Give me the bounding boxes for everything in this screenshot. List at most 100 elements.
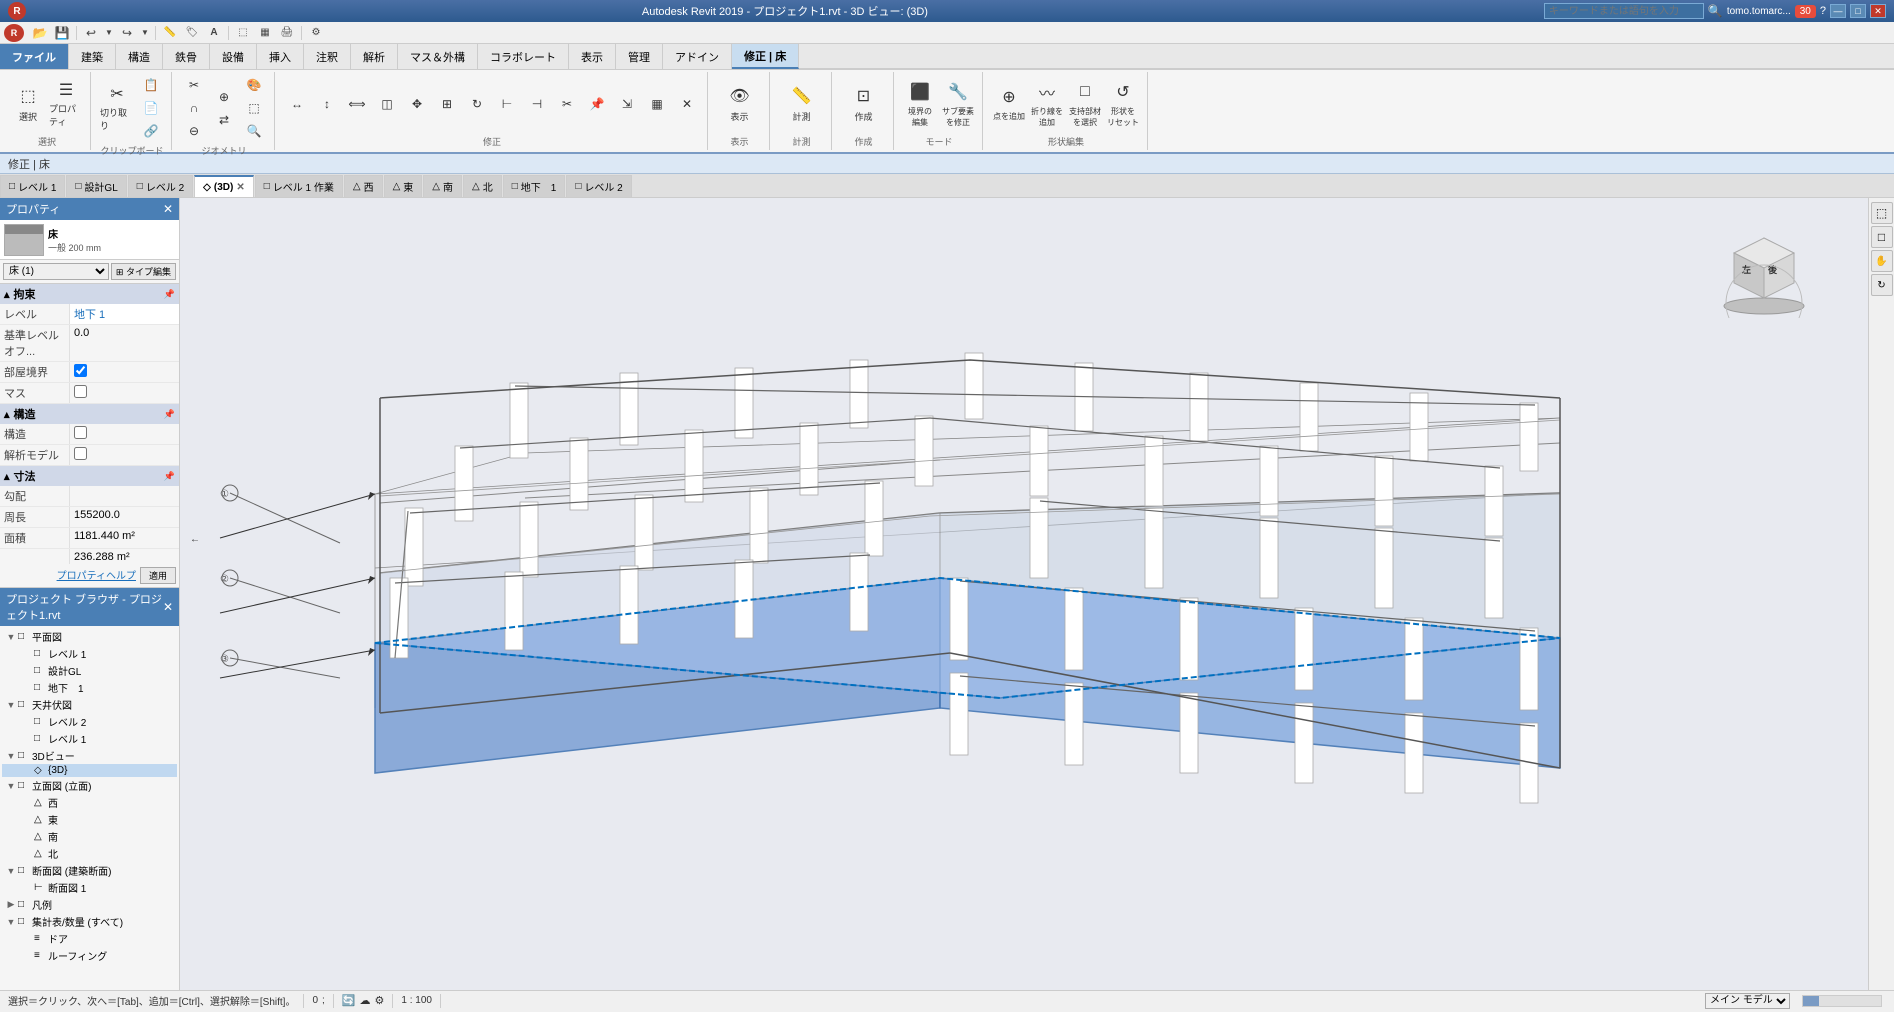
- type-edit-button[interactable]: ⊞ タイプ編集: [111, 263, 176, 280]
- unpin-button[interactable]: 📌: [583, 93, 611, 115]
- qa-open-button[interactable]: 📂: [30, 24, 50, 42]
- create-button[interactable]: ⊡ 作成: [846, 79, 882, 129]
- tab-analyze[interactable]: 解析: [351, 44, 398, 69]
- tree-item-section1[interactable]: ⊢ 断面図 1: [2, 879, 177, 896]
- tree-folder-legend[interactable]: ▶ □ 凡例: [2, 896, 177, 913]
- prop-value-mass[interactable]: [70, 383, 179, 403]
- align-button[interactable]: ↔: [283, 93, 311, 115]
- tree-item-east[interactable]: △ 東: [2, 811, 177, 828]
- restore-button[interactable]: □: [1850, 4, 1866, 18]
- view-tab-3d-close[interactable]: ✕: [236, 182, 244, 193]
- section-constraints[interactable]: ▴ 拘束 📌: [0, 284, 179, 304]
- view-tab-west[interactable]: △ 西: [344, 175, 383, 197]
- tree-item-roofing-schedule[interactable]: ≡ ルーフィング: [2, 947, 177, 964]
- tree-folder-elevations[interactable]: ▼ □ 立面図 (立面): [2, 777, 177, 794]
- prop-value-structural[interactable]: [70, 424, 179, 444]
- qa-undo-dropdown[interactable]: ▼: [103, 24, 115, 42]
- zoom-in-button[interactable]: ⬚: [1871, 202, 1893, 224]
- copy-modify-button[interactable]: ⊞: [433, 93, 461, 115]
- section-dimensions[interactable]: ▴ 寸法 📌: [0, 466, 179, 486]
- edit-boundary-button[interactable]: ⬛ 境界の編集: [902, 79, 938, 129]
- tree-item-door-schedule[interactable]: ≡ ドア: [2, 930, 177, 947]
- zoom-out-button[interactable]: □: [1871, 226, 1893, 248]
- extend-button[interactable]: ⊣: [523, 93, 551, 115]
- add-point-button[interactable]: ⊕ 点を追加: [991, 79, 1027, 129]
- tree-item-west[interactable]: △ 西: [2, 794, 177, 811]
- modify-sub-button[interactable]: 🔧 サブ要素を修正: [940, 79, 976, 129]
- properties-button[interactable]: ☰ プロパティ: [48, 79, 84, 129]
- mass-checkbox[interactable]: [74, 385, 87, 398]
- cloud-button[interactable]: ☁: [360, 994, 371, 1007]
- view-tab-level1[interactable]: □ レベル 1: [0, 175, 65, 197]
- close-button[interactable]: ✕: [1870, 4, 1886, 18]
- qa-settings-button[interactable]: ⚙: [306, 24, 326, 42]
- section-structure[interactable]: ▴ 構造 📌: [0, 404, 179, 424]
- measure-button[interactable]: 📏 計測: [784, 79, 820, 129]
- qa-redo-button[interactable]: ↪: [117, 24, 137, 42]
- view-mode-button[interactable]: 👁 表示: [722, 79, 758, 129]
- split-button[interactable]: ✂: [553, 93, 581, 115]
- qa-redo-dropdown[interactable]: ▼: [139, 24, 151, 42]
- tree-folder-3d[interactable]: ▼ □ 3Dビュー: [2, 747, 177, 764]
- tree-folder-sections[interactable]: ▼ □ 断面図 (建築断面): [2, 862, 177, 879]
- tree-item-level2-ceiling[interactable]: □ レベル 2: [2, 713, 177, 730]
- sync-button[interactable]: 🔄: [342, 994, 356, 1007]
- prop-value-offset[interactable]: 0.0: [70, 325, 179, 361]
- tab-modify-floor[interactable]: 修正 | 床: [732, 44, 799, 69]
- cut-with-button[interactable]: ∩: [180, 97, 208, 119]
- mirror-axis-button[interactable]: ⟺: [343, 93, 371, 115]
- trim-button[interactable]: ⊢: [493, 93, 521, 115]
- add-fold-button[interactable]: 〰 折り線を追加: [1029, 79, 1065, 129]
- tab-structure[interactable]: 構造: [116, 44, 163, 69]
- structural-checkbox[interactable]: [74, 426, 87, 439]
- tree-item-basement[interactable]: □ 地下 1: [2, 679, 177, 696]
- cut-button[interactable]: ✂ 切り取り: [99, 83, 135, 133]
- search-input[interactable]: [1544, 3, 1704, 19]
- join-button[interactable]: ⊕: [210, 86, 238, 108]
- offset-button[interactable]: ↕: [313, 93, 341, 115]
- minimize-button[interactable]: —: [1830, 4, 1846, 18]
- tab-architecture[interactable]: 建築: [69, 44, 116, 69]
- orbit-button[interactable]: ↻: [1871, 274, 1893, 296]
- prop-value-room-bounding[interactable]: [70, 362, 179, 382]
- paint-button[interactable]: 🎨: [240, 74, 268, 96]
- view-tab-level2b[interactable]: □ レベル 2: [566, 175, 631, 197]
- reset-shape-button[interactable]: ↺ 形状をリセット: [1105, 79, 1141, 129]
- tree-item-3d-active[interactable]: ◇ {3D}: [2, 764, 177, 777]
- tab-insert[interactable]: 挿入: [257, 44, 304, 69]
- cut-geo-button[interactable]: ✂: [180, 74, 208, 96]
- qa-measure-button[interactable]: 📏: [160, 24, 180, 42]
- view-tab-level1-work[interactable]: □ レベル 1 作業: [255, 175, 343, 197]
- tree-folder-floor-plans[interactable]: ▼ □ 平面図: [2, 628, 177, 645]
- array-button[interactable]: ▦: [643, 93, 671, 115]
- workset-selector[interactable]: メイン モデル: [1705, 993, 1790, 1009]
- analysis-checkbox[interactable]: [74, 447, 87, 460]
- search-icon[interactable]: 🔍: [1708, 4, 1723, 18]
- qa-3d-button[interactable]: ⬚: [233, 24, 253, 42]
- view-tab-3d[interactable]: ◇ (3D) ✕: [194, 175, 254, 197]
- tab-view[interactable]: 表示: [569, 44, 616, 69]
- tab-collaborate[interactable]: コラボレート: [478, 44, 569, 69]
- tree-folder-schedules[interactable]: ▼ □ 集計表/数量 (すべて): [2, 913, 177, 930]
- move-button[interactable]: ✥: [403, 93, 431, 115]
- qa-undo-button[interactable]: ↩: [81, 24, 101, 42]
- prop-value-analysis[interactable]: [70, 445, 179, 465]
- viewcube[interactable]: 後 左: [1714, 218, 1814, 318]
- qa-tag-button[interactable]: 🏷: [182, 24, 202, 42]
- matchprop-button[interactable]: 🔗: [137, 120, 165, 142]
- tab-addins[interactable]: アドイン: [663, 44, 732, 69]
- scale-button[interactable]: ⇲: [613, 93, 641, 115]
- pan-button[interactable]: ✋: [1871, 250, 1893, 272]
- mirror-draw-button[interactable]: ◫: [373, 93, 401, 115]
- qa-save-button[interactable]: 💾: [52, 24, 72, 42]
- view-tab-east[interactable]: △ 東: [384, 175, 423, 197]
- view-tab-north[interactable]: △ 北: [463, 175, 502, 197]
- properties-apply-button[interactable]: 適用: [140, 567, 176, 584]
- view-tab-level2[interactable]: □ レベル 2: [128, 175, 193, 197]
- select-button[interactable]: ⬚ 選択: [10, 79, 46, 129]
- tab-systems[interactable]: 設備: [210, 44, 257, 69]
- properties-help-link[interactable]: プロパティヘルプ: [57, 567, 136, 584]
- tab-annotate[interactable]: 注釈: [304, 44, 351, 69]
- unjoin-button[interactable]: ⊖: [180, 120, 208, 142]
- tree-folder-ceiling[interactable]: ▼ □ 天井伏図: [2, 696, 177, 713]
